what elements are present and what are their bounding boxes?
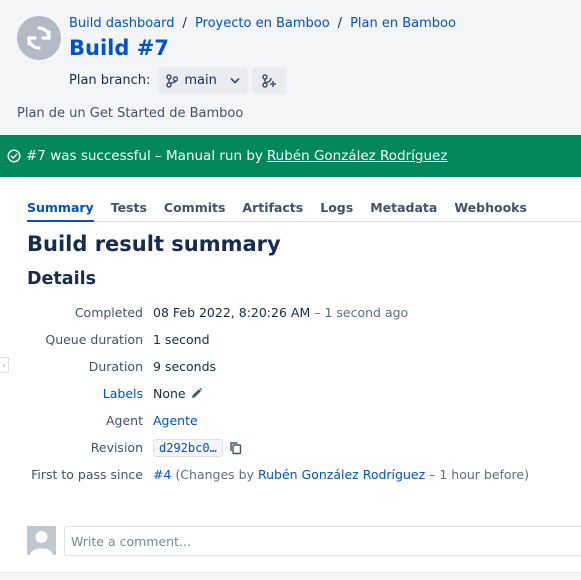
plan-avatar bbox=[17, 16, 61, 60]
details-list: Completed 08 Feb 2022, 8:20:26 AM – 1 se… bbox=[0, 299, 581, 488]
breadcrumb-build-dashboard[interactable]: Build dashboard bbox=[69, 16, 175, 31]
detail-row-labels: Labels None bbox=[0, 380, 581, 407]
breadcrumb: Build dashboard / Proyecto en Bamboo / Plan … bbox=[69, 16, 456, 31]
branch-select[interactable]: main bbox=[158, 67, 249, 94]
tab-metadata[interactable]: Metadata bbox=[370, 196, 437, 222]
first-pass-user-link[interactable]: Rubén González Rodríguez bbox=[258, 467, 425, 482]
build-trigger-user-link[interactable]: Rubén González Rodríguez bbox=[267, 148, 448, 164]
detail-row-duration: Duration 9 seconds bbox=[0, 353, 581, 380]
refresh-icon bbox=[27, 26, 51, 50]
build-status-banner: #7 was successful – Manual run by Rubén … bbox=[0, 135, 581, 177]
tab-commits[interactable]: Commits bbox=[164, 196, 226, 222]
tab-artifacts[interactable]: Artifacts bbox=[242, 196, 303, 222]
comment-input[interactable] bbox=[64, 526, 581, 556]
labels-value: None bbox=[153, 386, 186, 401]
detail-label: Revision bbox=[90, 440, 143, 455]
detail-label: First to pass since bbox=[31, 467, 143, 482]
labels-link[interactable]: Labels bbox=[0, 386, 143, 401]
agent-link[interactable]: Agente bbox=[153, 413, 198, 428]
build-header: Build dashboard / Proyecto en Bamboo / Plan … bbox=[0, 0, 581, 135]
detail-label: Completed bbox=[74, 305, 143, 320]
footer bbox=[0, 572, 581, 580]
tab-logs[interactable]: Logs bbox=[320, 196, 353, 222]
chevron-down-icon bbox=[230, 77, 240, 84]
detail-row-agent: Agent Agente bbox=[0, 407, 581, 434]
create-branch-button[interactable] bbox=[252, 67, 287, 94]
page-title: Build #7 bbox=[69, 36, 169, 60]
detail-value: Agente bbox=[153, 413, 198, 428]
breadcrumb-plan[interactable]: Plan en Bamboo bbox=[350, 16, 456, 31]
branch-select-value: main bbox=[184, 73, 217, 88]
build-status-text: #7 was successful – Manual run by bbox=[26, 148, 263, 164]
plan-branch-label: Plan branch: bbox=[69, 73, 151, 88]
tab-tests[interactable]: Tests bbox=[111, 196, 147, 222]
first-pass-prefix: (Changes by bbox=[175, 467, 254, 482]
completed-relative: – 1 second ago bbox=[314, 305, 409, 320]
tab-webhooks[interactable]: Webhooks bbox=[454, 196, 527, 222]
branch-icon bbox=[166, 73, 179, 88]
detail-value: None bbox=[153, 386, 203, 401]
copy-icon[interactable] bbox=[229, 441, 242, 455]
completed-time: 08 Feb 2022, 8:20:26 AM bbox=[153, 305, 311, 320]
detail-label: Queue duration bbox=[45, 332, 143, 347]
detail-label: Duration bbox=[88, 359, 143, 374]
avatar bbox=[27, 526, 56, 555]
detail-row-queue-duration: Queue duration 1 second bbox=[0, 326, 581, 353]
detail-value: d292bc0… bbox=[153, 438, 242, 457]
detail-value: 9 seconds bbox=[153, 359, 217, 374]
detail-value: #4 (Changes by Rubén González Rodríguez … bbox=[153, 467, 529, 482]
detail-label: Agent bbox=[106, 413, 143, 428]
revision-hash[interactable]: d292bc0… bbox=[153, 438, 223, 457]
detail-row-revision: Revision d292bc0… bbox=[0, 434, 581, 461]
tab-summary[interactable]: Summary bbox=[27, 196, 94, 222]
details-heading: Details bbox=[27, 269, 96, 289]
plan-branch-row: Plan branch: main bbox=[69, 67, 287, 94]
breadcrumb-separator: / bbox=[337, 16, 343, 31]
first-pass-build-link[interactable]: #4 bbox=[153, 467, 171, 482]
plan-description: Plan de un Get Started de Bamboo bbox=[17, 106, 244, 121]
branch-add-icon bbox=[262, 73, 277, 88]
section-heading: Build result summary bbox=[27, 232, 281, 256]
detail-value: 1 second bbox=[153, 332, 210, 347]
user-icon bbox=[30, 531, 53, 555]
detail-value: 08 Feb 2022, 8:20:26 AM – 1 second ago bbox=[153, 305, 408, 320]
build-result-tabs: Summary Tests Commits Artifacts Logs Met… bbox=[27, 196, 581, 222]
comment-box bbox=[27, 526, 581, 556]
breadcrumb-separator: / bbox=[182, 16, 187, 31]
detail-row-first-to-pass: First to pass since #4 (Changes by Rubén… bbox=[0, 461, 581, 488]
pencil-icon[interactable] bbox=[190, 387, 203, 400]
detail-row-completed: Completed 08 Feb 2022, 8:20:26 AM – 1 se… bbox=[0, 299, 581, 326]
check-circle-icon bbox=[7, 149, 21, 163]
breadcrumb-project[interactable]: Proyecto en Bamboo bbox=[195, 16, 330, 31]
first-pass-suffix: – 1 hour before) bbox=[429, 467, 529, 482]
